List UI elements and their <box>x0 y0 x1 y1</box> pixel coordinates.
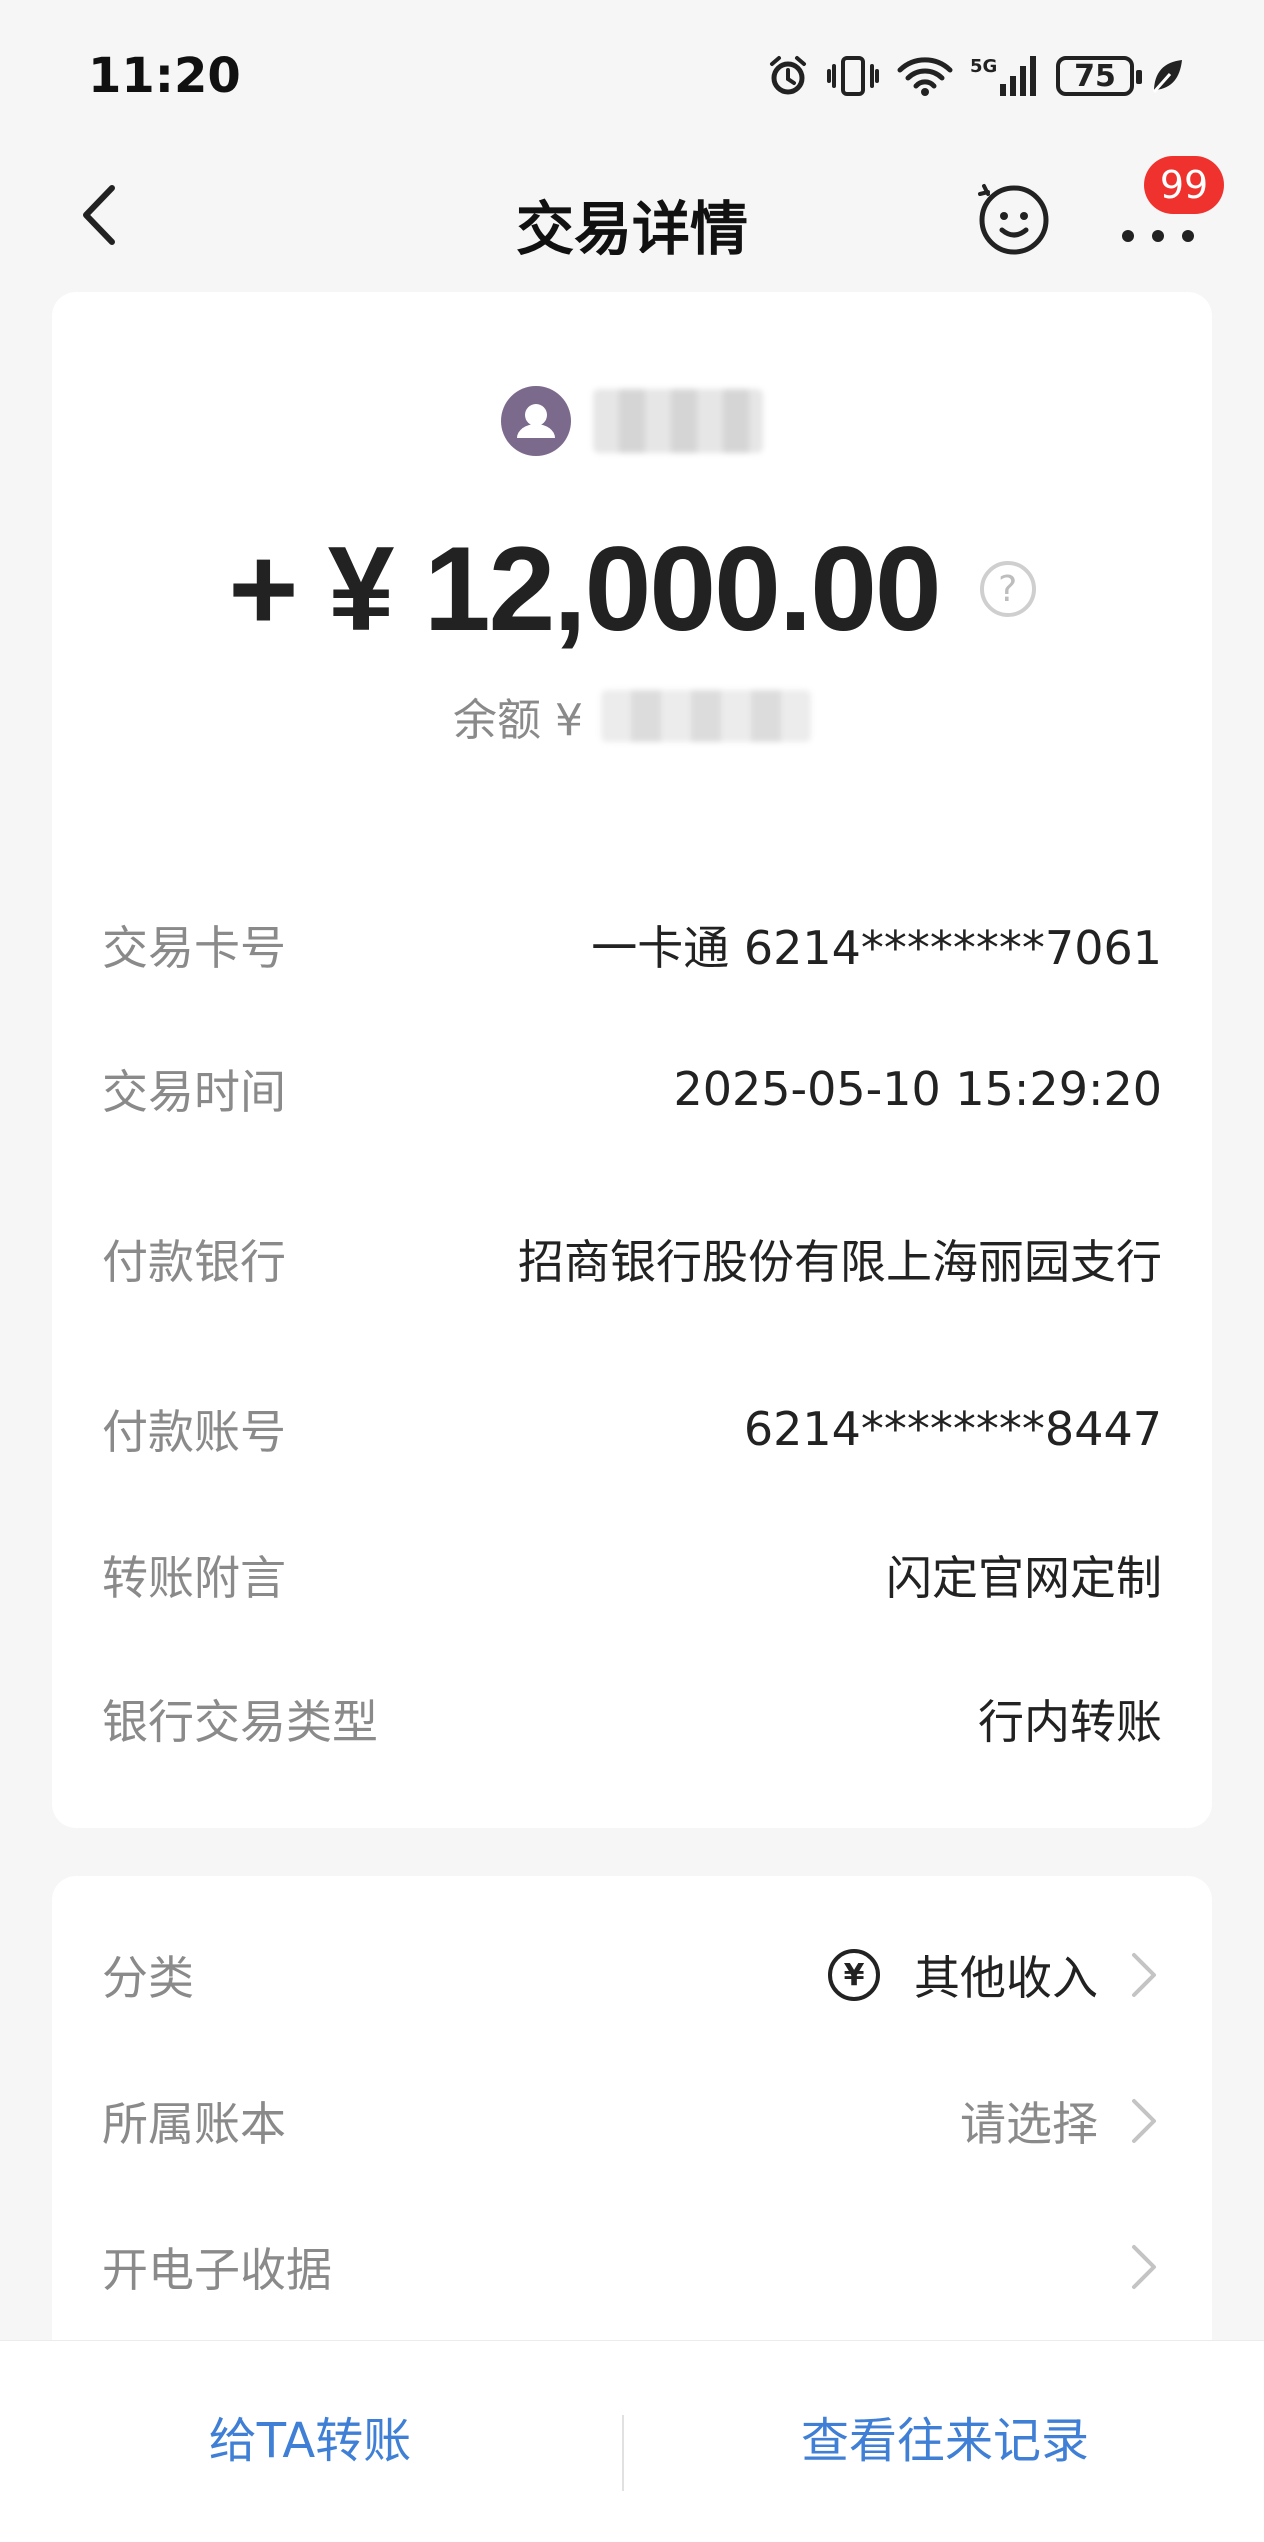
battery-icon: 75 <box>1056 56 1142 96</box>
yen-glyph: ¥ <box>843 1957 865 1993</box>
chevron-right-icon <box>1132 2099 1156 2143</box>
battery-level: 75 <box>1074 58 1116 94</box>
notification-badge: 99 <box>1144 156 1224 214</box>
detail-value: 招商银行股份有限上海丽园支行 <box>518 1235 1162 1289</box>
category-value: 其他收入 <box>914 1951 1098 2005</box>
help-glyph: ? <box>998 568 1018 610</box>
bottom-action-bar: 给TA转账 查看往来记录 <box>0 2340 1264 2542</box>
payer-name-masked <box>593 389 763 453</box>
amount: + ¥ 12,000.00 <box>228 522 941 656</box>
signal-5g-icon: 5G <box>970 56 1036 96</box>
balance-masked <box>600 690 811 742</box>
category-label: 分类 <box>102 1951 194 2005</box>
balance-label: 余额 ¥ <box>453 695 583 746</box>
detail-value: 闪定官网定制 <box>886 1551 1162 1605</box>
detail-label: 付款账号 <box>102 1405 286 1459</box>
e-receipt-row[interactable]: 开电子收据 <box>102 2234 1162 2300</box>
help-icon[interactable]: ? <box>979 561 1036 617</box>
status-bar: 11:20 5G 75 <box>0 0 1264 150</box>
account-book-label: 所属账本 <box>102 2097 286 2151</box>
detail-row-note: 转账附言 闪定官网定制 <box>102 1542 1162 1608</box>
history-button[interactable]: 查看往来记录 <box>700 2401 1190 2471</box>
chevron-right-icon <box>1132 2245 1156 2289</box>
detail-label: 银行交易类型 <box>102 1695 378 1749</box>
alarm-icon <box>770 56 806 95</box>
vibrate-icon <box>827 56 879 96</box>
category-row[interactable]: 分类 ¥ 其他收入 <box>102 1942 1162 2008</box>
e-receipt-label: 开电子收据 <box>102 2243 332 2297</box>
status-time: 11:20 <box>88 48 241 104</box>
detail-value: 2025-05-10 15:29:20 <box>673 1062 1162 1116</box>
detail-row-card-number: 交易卡号 一卡通 6214********7061 <box>102 912 1162 978</box>
wifi-icon <box>897 57 953 96</box>
detail-value: 6214********8447 <box>743 1402 1162 1456</box>
page-title: 交易详情 <box>515 195 748 263</box>
detail-label: 转账附言 <box>102 1551 286 1605</box>
account-book-row[interactable]: 所属账本 请选择 <box>102 2088 1162 2154</box>
status-icons: 5G 75 <box>766 54 1184 98</box>
balance-row: 余额 ¥ <box>52 684 1212 748</box>
leaf-icon <box>1152 60 1182 93</box>
avatar <box>501 386 571 456</box>
detail-label: 交易时间 <box>102 1065 286 1119</box>
bottom-divider <box>622 2415 624 2491</box>
transaction-card: + ¥ 12,000.00 ? 余额 ¥ 交易卡号 一卡通 6214******… <box>52 292 1212 1828</box>
chevron-right-icon <box>1132 1953 1156 1997</box>
detail-row-payer-bank: 付款银行 招商银行股份有限上海丽园支行 <box>102 1226 1162 1292</box>
detail-value: 行内转账 <box>978 1695 1162 1749</box>
detail-label: 交易卡号 <box>102 921 286 975</box>
header: 交易详情 <box>0 150 1264 280</box>
amount-row: + ¥ 12,000.00 ? <box>52 520 1212 658</box>
user-icon <box>517 404 555 438</box>
account-book-placeholder: 请选择 <box>960 2097 1098 2151</box>
payer-info <box>52 386 1212 456</box>
yen-icon: ¥ <box>828 1949 880 2001</box>
detail-row-payer-account: 付款账号 6214********8447 <box>102 1396 1162 1462</box>
detail-label: 付款银行 <box>102 1235 286 1289</box>
svg-text:5G: 5G <box>970 56 997 77</box>
smile-icon[interactable] <box>974 178 1054 258</box>
detail-value: 一卡通 6214********7061 <box>591 921 1162 975</box>
transfer-button[interactable]: 给TA转账 <box>80 2401 540 2471</box>
detail-row-type: 银行交易类型 行内转账 <box>102 1686 1162 1752</box>
detail-row-time: 交易时间 2025-05-10 15:29:20 <box>102 1056 1162 1122</box>
